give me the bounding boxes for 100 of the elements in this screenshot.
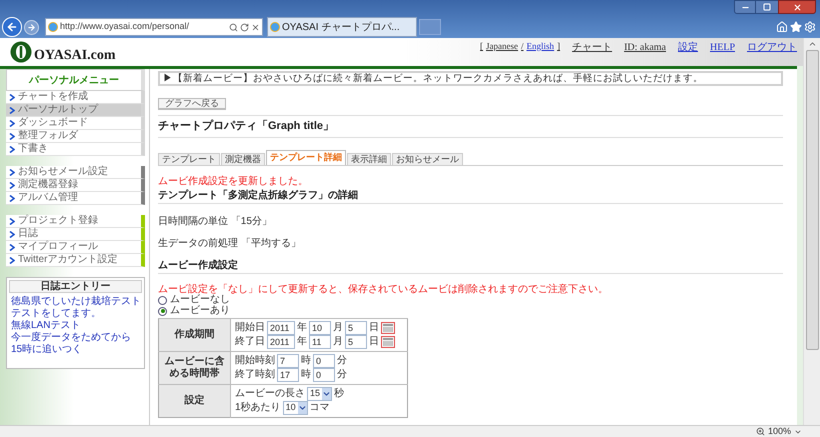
bullet-icon xyxy=(9,218,15,224)
dropdown-icon xyxy=(298,402,307,414)
select-field[interactable]: 10 xyxy=(282,400,308,414)
page-icon xyxy=(270,22,280,32)
bullet-icon xyxy=(9,168,15,176)
radio-label: ムービーなし xyxy=(170,295,230,305)
text-field[interactable]: 2011 xyxy=(267,320,295,334)
settings-icon[interactable] xyxy=(804,21,816,33)
section-heading: ムービー作成設定 xyxy=(158,260,238,270)
diary-entry-link[interactable]: 今一度データをためてから xyxy=(11,332,142,344)
favorites-icon[interactable] xyxy=(790,21,802,33)
header-link[interactable]: ログアウト xyxy=(747,40,797,55)
diary-title: 日誌エントリー xyxy=(40,280,110,294)
notice-text: ▶【新着ムービー】おやさいひろばに続々新着ムービー。ネットワークカメラさえあれば、手軽にお試しいただけます。 xyxy=(163,74,703,84)
bracket-text: ] xyxy=(557,40,560,53)
browser-tab[interactable]: OYASAI チャートプロパ... xyxy=(267,17,417,37)
language-option[interactable]: Japanese xyxy=(486,40,518,55)
menu-item[interactable]: お知らせメール設定 xyxy=(6,166,145,179)
text-field[interactable]: 5 xyxy=(345,320,367,334)
menu-item[interactable]: チャートを作成 xyxy=(6,91,145,104)
back-button[interactable] xyxy=(2,17,22,37)
tab[interactable]: テンプレート xyxy=(158,152,220,164)
preprocess-text: 生データの前処理 「平均する」 xyxy=(158,238,302,250)
menu-item[interactable]: プロジェクト登録 xyxy=(6,215,145,228)
radio-button[interactable] xyxy=(158,296,167,304)
tab[interactable]: 表示詳細 xyxy=(347,152,391,164)
menu-title: パーソナルメニュー xyxy=(29,74,119,88)
text-field[interactable]: 7 xyxy=(277,354,299,368)
bullet-icon xyxy=(9,94,15,100)
forward-button[interactable] xyxy=(24,20,39,34)
field-label: 開始時刻 xyxy=(235,356,275,366)
text-field[interactable]: 5 xyxy=(345,334,367,348)
language-option[interactable]: English xyxy=(526,40,554,55)
bullet-icon xyxy=(9,106,15,114)
menu-item[interactable]: Twitterアカウント設定 xyxy=(6,254,145,267)
unit-label: 月 xyxy=(333,322,343,332)
text-field[interactable]: 2011 xyxy=(267,334,295,348)
calendar-icon[interactable] xyxy=(381,336,395,348)
bullet-icon xyxy=(9,194,15,202)
bullet-icon xyxy=(9,230,15,238)
back-button[interactable]: グラフへ戻る xyxy=(158,98,226,110)
calendar-icon[interactable] xyxy=(381,322,395,334)
select-field[interactable]: 15 xyxy=(307,386,332,400)
maximize-icon xyxy=(763,3,771,11)
page-title: チャートプロパティ「Graph title」 xyxy=(158,120,334,132)
zoom-level[interactable]: 100% xyxy=(768,427,791,436)
text-field[interactable]: 17 xyxy=(277,368,299,382)
field-label: 1秒あたり xyxy=(235,402,281,412)
bullet-icon xyxy=(9,256,15,264)
address-bar[interactable]: http://www.oyasai.com/personal/ xyxy=(45,18,263,36)
text-field[interactable]: 11 xyxy=(309,334,331,348)
field-label: 終了日 xyxy=(235,336,265,346)
header-link[interactable]: チャート xyxy=(572,40,612,55)
close-button[interactable] xyxy=(778,0,816,14)
unit-label: 秒 xyxy=(334,388,344,398)
diary-entry-link[interactable]: 15時に追いつく xyxy=(11,344,142,356)
radio-button[interactable] xyxy=(158,306,167,316)
header-link[interactable]: ID: akama xyxy=(624,40,666,55)
home-icon[interactable] xyxy=(776,21,788,33)
close-icon xyxy=(792,2,802,12)
menu-item[interactable]: 日誌 xyxy=(6,228,145,241)
maximize-button[interactable] xyxy=(756,0,778,14)
interval-text: 日時間隔の単位 「15分」 xyxy=(158,216,273,228)
text-field[interactable]: 0 xyxy=(313,368,335,382)
text-field[interactable]: 10 xyxy=(309,320,331,334)
field-label: ムービーの長さ xyxy=(235,388,305,398)
header-link[interactable]: HELP xyxy=(710,40,735,55)
form-header-cell: 設定 xyxy=(158,384,230,417)
warning-text: ムービ設定を「なし」にして更新すると、保存されているムービは削除されますのでご注意下さい。 xyxy=(158,284,609,294)
menu-item[interactable]: アルバム管理 xyxy=(6,192,145,205)
scrollbar[interactable] xyxy=(803,38,820,425)
menu-item[interactable]: パーソナルトップ xyxy=(6,104,145,117)
menu-item[interactable]: 整理フォルダ xyxy=(6,130,145,143)
stop-icon[interactable] xyxy=(251,22,260,32)
diary-entry-link[interactable]: 無線LANテスト xyxy=(11,320,142,332)
unit-label: 時 xyxy=(301,370,311,380)
diary-entry-link[interactable]: テストをしてます。 xyxy=(11,308,142,320)
tab[interactable]: お知らせメール xyxy=(392,152,463,164)
forward-arrow-icon xyxy=(27,22,36,32)
tab[interactable]: 測定機器 xyxy=(221,152,265,164)
bullet-icon xyxy=(9,182,15,188)
search-icon[interactable] xyxy=(229,22,238,32)
diary-entry-link[interactable]: 徳島県でしいたけ栽培テスト xyxy=(11,296,142,308)
menu-item[interactable]: 下書き xyxy=(6,143,145,156)
form-header-cell: 作成期間 xyxy=(158,318,230,351)
unit-label: 分 xyxy=(337,370,347,380)
menu-item[interactable]: マイプロフィール xyxy=(6,241,145,254)
unit-label: 月 xyxy=(333,336,343,346)
bullet-icon xyxy=(9,146,15,152)
unit-label: 時 xyxy=(301,356,311,366)
form-header-cell: ムービーに含める時間帯 xyxy=(158,351,230,384)
zoom-icon[interactable] xyxy=(756,427,765,436)
bullet-icon xyxy=(9,244,15,250)
bullet-icon xyxy=(9,120,15,126)
text-field[interactable]: 0 xyxy=(313,354,335,368)
header-link[interactable]: 設定 xyxy=(678,40,698,55)
menu-item[interactable]: ダッシュボード xyxy=(6,117,145,130)
refresh-icon[interactable] xyxy=(240,22,249,32)
menu-item[interactable]: 測定機器登録 xyxy=(6,179,145,192)
site-logo[interactable]: OYASAI.com xyxy=(10,40,116,64)
